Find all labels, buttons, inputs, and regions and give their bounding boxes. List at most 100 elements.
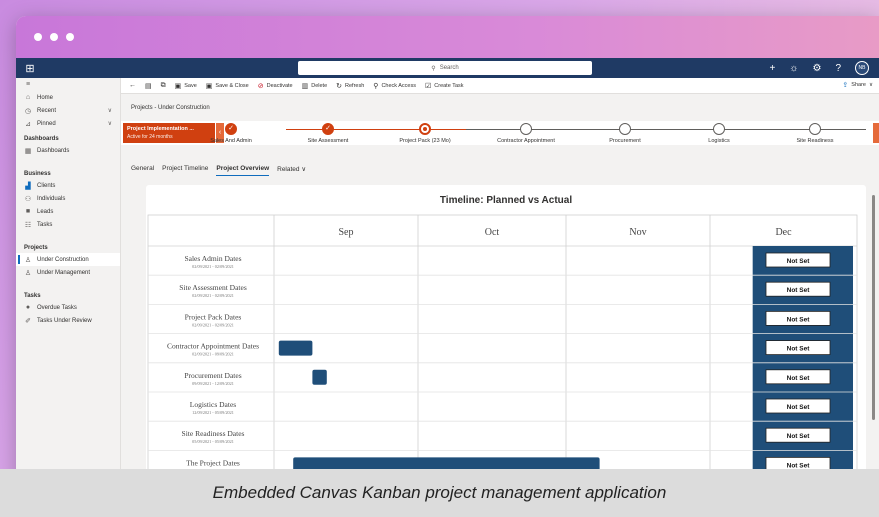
create-task-label: Create Task: [434, 82, 464, 89]
image-caption: Embedded Canvas Kanban project managemen…: [0, 469, 879, 517]
lightbulb-icon[interactable]: ☼: [789, 63, 798, 74]
document-icon: ▤: [145, 82, 152, 90]
pin-icon: ⊿: [25, 120, 31, 128]
stage-circle-icon: [419, 123, 431, 135]
bpf-stage-4[interactable]: Procurement: [580, 123, 670, 144]
record-set-button[interactable]: ▤: [145, 82, 152, 90]
timeline-row-dates: 12/09/2021 - 05/09/2021: [192, 410, 234, 415]
timeline-row-dates: 02/09/2021 - 02/09/2021: [192, 264, 234, 269]
tab-general[interactable]: General: [131, 165, 154, 176]
back-button[interactable]: ←: [129, 82, 136, 89]
timeline-panel: Timeline: Planned vs Actual Sep Oct Nov Dec…: [146, 185, 866, 517]
tab-project-overview[interactable]: Project Overview: [216, 165, 270, 176]
timeline-row-name: The Project Dates: [186, 458, 240, 467]
sidebar-item-under-management[interactable]: ♙ Under Management: [16, 266, 120, 279]
bpf-stage-3[interactable]: Contractor Appointment: [481, 123, 571, 144]
save-icon: ▣: [174, 82, 182, 90]
sidebar-item-under-construction[interactable]: ♙ Under Construction: [16, 253, 120, 266]
sidebar-item-recent[interactable]: ◷ Recent ∨: [16, 104, 120, 117]
timeline-row-name: Site Readiness Dates: [182, 429, 245, 438]
bpf-stage-2[interactable]: Project Pack (23 Mo): [380, 123, 470, 144]
sidebar-item-tasks[interactable]: ☷ Tasks: [16, 218, 120, 231]
sidebar-item-home[interactable]: ⌂ Home: [16, 91, 120, 104]
sidebar-item-label: Tasks: [37, 221, 53, 228]
sidebar-item-label: Individuals: [37, 195, 66, 202]
sidebar-item-leads[interactable]: ■ Leads: [16, 205, 120, 218]
hamburger-menu[interactable]: ≡: [16, 78, 120, 91]
bpf-stage-label: Logistics: [708, 138, 730, 144]
sidebar-item-clients[interactable]: ▟ Clients: [16, 179, 120, 192]
not-set-badge-label: Not Set: [787, 287, 811, 294]
not-set-badge-label: Not Set: [787, 316, 811, 323]
window-dot-close[interactable]: [34, 33, 42, 41]
timeline-month-label: Oct: [485, 227, 500, 238]
create-task-button[interactable]: ☑ Create Task: [425, 82, 464, 90]
timeline-chart: Sep Oct Nov DecSales Admin Dates02/09/2021 …: [147, 214, 858, 481]
new-window-button[interactable]: ⧉: [161, 82, 166, 90]
share-icon: ⇪: [842, 82, 849, 89]
share-button[interactable]: ⇪ Share ∨: [842, 81, 873, 89]
search-box[interactable]: ⚲ Search: [298, 61, 592, 75]
popout-icon: ⧉: [160, 81, 166, 89]
chevron-down-icon[interactable]: ∨: [108, 120, 112, 127]
window-dot-minimize[interactable]: [50, 33, 58, 41]
chevron-down-icon[interactable]: ∨: [108, 107, 112, 114]
save-button[interactable]: ▣ Save: [175, 82, 197, 90]
refresh-button[interactable]: ↻ Refresh: [336, 82, 364, 90]
sidebar-item-tasks-under-review[interactable]: ✐ Tasks Under Review: [16, 314, 120, 327]
sidebar-item-label: Dashboards: [37, 147, 70, 154]
delete-button[interactable]: ▥ Delete: [302, 82, 328, 90]
vertical-scrollbar[interactable]: [872, 195, 875, 420]
bpf-stage-1[interactable]: ✓ Site Assessment: [283, 123, 373, 144]
not-set-badge-label: Not Set: [787, 346, 811, 353]
check-access-button[interactable]: ⚲ Check Access: [373, 82, 416, 90]
bpf-stage-0[interactable]: ✓ Sales And Admin: [186, 123, 276, 144]
window-dot-maximize[interactable]: [66, 33, 74, 41]
app-window: ⊞ ⚲ Search + ☼ ⚙ ? NB ≡ ⌂ Home ◷ Recent ∨ ⊿…: [16, 16, 879, 517]
plus-icon[interactable]: +: [769, 63, 775, 74]
timeline-row-name: Contractor Appointment Dates: [167, 342, 259, 351]
deactivate-button[interactable]: ⊘ Deactivate: [258, 82, 293, 90]
timeline-month-label: Nov: [629, 227, 646, 238]
top-icons: + ☼ ⚙ ? NB: [769, 58, 869, 78]
sidebar-item-overdue-tasks[interactable]: ● Overdue Tasks: [16, 301, 120, 314]
timeline-row-name: Procurement Dates: [184, 371, 241, 380]
breadcrumb: Projects - Under Construction: [131, 105, 210, 111]
tab-related[interactable]: Related ∨: [277, 165, 306, 176]
form-tabs: General Project Timeline Project Overvie…: [131, 165, 306, 176]
timeline-row-name: Site Assessment Dates: [179, 283, 247, 292]
command-bar: ← ▤ ⧉ ▣ Save ▣ Save & Close ⊘ Deactivate ▥ D…: [121, 78, 879, 94]
home-icon: ⌂: [25, 94, 31, 101]
sidebar-item-label: Pinned: [37, 120, 56, 127]
bpf-next-chevron[interactable]: [873, 123, 879, 143]
bpf-stage-5[interactable]: Logistics: [674, 123, 764, 144]
sidebar-item-individuals[interactable]: ⚇ Individuals: [16, 192, 120, 205]
sidebar-item-dashboards[interactable]: ▦ Dashboards: [16, 144, 120, 157]
back-arrow-icon: ←: [129, 82, 136, 89]
search-icon: ⚲: [431, 65, 436, 72]
timeline-row-dates: 09/09/2021 - 12/09/2021: [192, 381, 234, 386]
tab-project-timeline[interactable]: Project Timeline: [162, 165, 208, 176]
sidebar-item-label: Recent: [37, 107, 57, 114]
save-close-button[interactable]: ▣ Save & Close: [206, 82, 249, 90]
help-icon[interactable]: ?: [835, 63, 841, 74]
refresh-icon: ↻: [336, 82, 343, 90]
bpf-stage-6[interactable]: Site Readiness: [770, 123, 860, 144]
stage-circle-icon: [809, 123, 821, 135]
gear-icon[interactable]: ⚙: [812, 63, 821, 74]
avatar[interactable]: NB: [855, 61, 869, 75]
app-launcher-icon[interactable]: ⊞: [16, 62, 44, 75]
chart-title: Timeline: Planned vs Actual: [439, 195, 573, 206]
sidebar-item-label: Tasks Under Review: [37, 317, 92, 324]
sidebar-item-label: Under Construction: [37, 256, 89, 263]
sidebar-item-pinned[interactable]: ⊿ Pinned ∨: [16, 117, 120, 130]
bpf-stage-label: Sales And Admin: [210, 138, 252, 144]
check-access-label: Check Access: [381, 82, 416, 89]
timeline-row-dates: 05/09/2021 - 05/09/2021: [192, 439, 234, 444]
save-close-icon: ▣: [205, 82, 213, 90]
share-label: Share: [851, 82, 866, 88]
tab-related-label: Related: [277, 166, 300, 173]
stage-circle-icon: [619, 123, 631, 135]
not-set-badge-label: Not Set: [787, 375, 811, 382]
management-icon: ♙: [24, 269, 32, 277]
